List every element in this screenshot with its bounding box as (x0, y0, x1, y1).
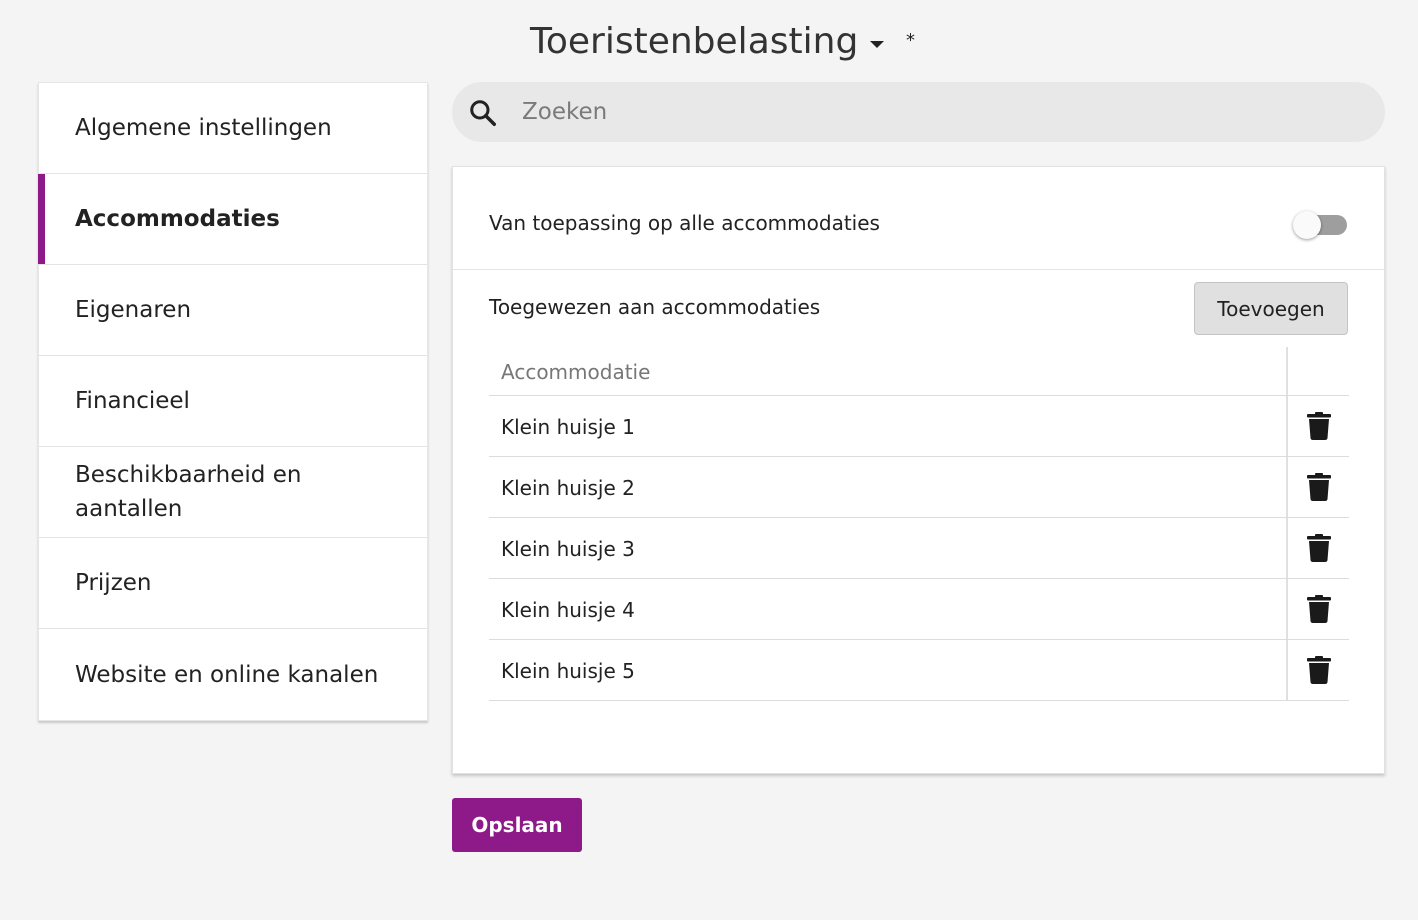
page-header: Toeristenbelasting * (0, 0, 1418, 82)
tax-type-dropdown[interactable]: Toeristenbelasting (530, 18, 885, 66)
sidebar-item-label: Financieel (75, 388, 190, 414)
sidebar-item-label: Website en online kanalen (75, 661, 379, 688)
trash-icon[interactable] (1307, 534, 1331, 562)
sidebar-item-label: Algemene instellingen (75, 115, 332, 141)
sidebar-item-website[interactable]: Website en online kanalen (39, 629, 427, 720)
accommodation-name: Klein huisje 5 (501, 659, 635, 683)
accommodations-card: Van toepassing op alle accommodaties Toe… (452, 166, 1385, 774)
save-button[interactable]: Opslaan (452, 798, 582, 852)
accommodation-name: Klein huisje 1 (501, 415, 635, 439)
column-header-accommodatie: Accommodatie (501, 360, 651, 384)
sidebar-item-financieel[interactable]: Financieel (39, 356, 427, 447)
accommodations-table: Accommodatie Klein huisje 1 Klein huisje… (489, 347, 1349, 701)
search-input[interactable] (522, 92, 1362, 132)
toggle-thumb (1293, 211, 1321, 239)
trash-icon[interactable] (1307, 473, 1331, 501)
trash-icon[interactable] (1307, 412, 1331, 440)
table-row: Klein huisje 3 (489, 518, 1349, 579)
sidebar-item-label: Eigenaren (75, 297, 192, 323)
page-title: Toeristenbelasting (530, 21, 859, 62)
sidebar-item-label: Prijzen (75, 570, 152, 596)
sidebar-item-beschikbaarheid[interactable]: Beschikbaarheid en aantallen (39, 447, 427, 538)
accommodation-name: Klein huisje 4 (501, 598, 635, 622)
search-bar (452, 82, 1385, 142)
settings-sidebar: Algemene instellingen Accommodaties Eige… (38, 82, 428, 721)
sidebar-item-prijzen[interactable]: Prijzen (39, 538, 427, 629)
trash-icon[interactable] (1307, 656, 1331, 684)
table-header: Accommodatie (489, 347, 1349, 396)
sidebar-item-label: Beschikbaarheid en aantallen (75, 462, 302, 522)
unsaved-indicator: * (906, 30, 915, 51)
assigned-label: Toegewezen aan accommodaties (489, 295, 821, 319)
apply-all-label: Van toepassing op alle accommodaties (489, 211, 880, 235)
table-row: Klein huisje 2 (489, 457, 1349, 518)
table-row: Klein huisje 1 (489, 396, 1349, 457)
caret-down-icon (870, 40, 885, 48)
apply-all-row: Van toepassing op alle accommodaties (453, 167, 1384, 270)
accommodation-name: Klein huisje 2 (501, 476, 635, 500)
sidebar-item-accommodaties[interactable]: Accommodaties (38, 174, 427, 265)
search-icon[interactable] (468, 98, 498, 128)
apply-all-toggle[interactable] (1293, 211, 1349, 241)
add-accommodation-button[interactable]: Toevoegen (1194, 282, 1348, 335)
accommodation-name: Klein huisje 3 (501, 537, 635, 561)
trash-icon[interactable] (1307, 595, 1331, 623)
sidebar-item-algemene-instellingen[interactable]: Algemene instellingen (39, 83, 427, 174)
table-row: Klein huisje 4 (489, 579, 1349, 640)
sidebar-item-eigenaren[interactable]: Eigenaren (39, 265, 427, 356)
table-row: Klein huisje 5 (489, 640, 1349, 701)
sidebar-item-label: Accommodaties (75, 206, 280, 232)
